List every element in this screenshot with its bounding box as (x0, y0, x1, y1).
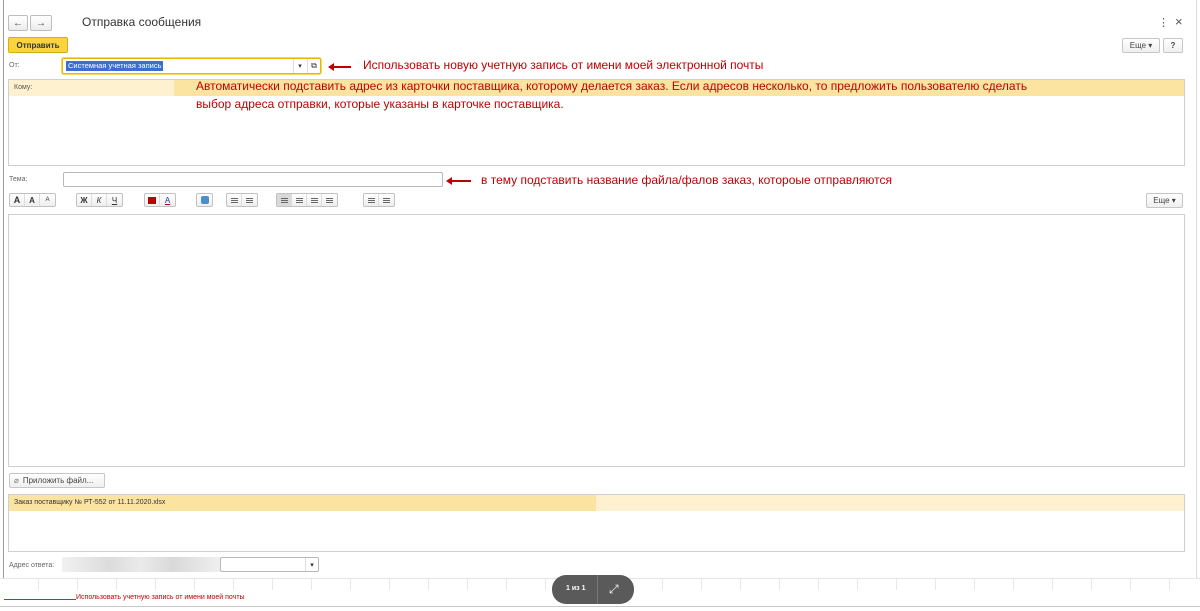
bottom-annotation: Использовать учетную запись от имени мое… (76, 594, 245, 601)
to-annotation-line1: Автоматически подставить адрес из карточ… (196, 79, 1028, 93)
subject-annotation-arrow (446, 177, 471, 185)
text-color-icon[interactable]: A (160, 194, 175, 206)
window-right-border (1196, 0, 1197, 578)
bullet-list-icon[interactable] (227, 194, 242, 206)
underline-button[interactable]: Ч (107, 194, 122, 206)
forward-icon: → (36, 17, 46, 29)
indent-group (363, 193, 395, 207)
numbered-list-icon[interactable] (242, 194, 257, 206)
pager-divider (597, 575, 598, 604)
from-annotation: Использовать новую учетную запись от име… (363, 58, 764, 72)
close-icon[interactable]: × (1175, 14, 1183, 29)
attachments-list: Заказ поставщику № РТ-552 от 11.11.2020.… (8, 494, 1185, 552)
font-shrink-button[interactable]: A (40, 194, 55, 206)
subject-input[interactable] (63, 172, 443, 187)
forward-button[interactable]: → (30, 15, 52, 31)
font-size-group: A A A (9, 193, 56, 207)
window-title: Отправка сообщения (82, 15, 202, 29)
list-group (226, 193, 258, 207)
align-group (276, 193, 338, 207)
open-icon[interactable]: ⧉ (307, 59, 320, 73)
to-label: Кому: (14, 84, 33, 91)
bottom-divider (0, 606, 1200, 607)
insert-image-icon[interactable] (197, 194, 212, 206)
highlight-color-icon[interactable] (145, 194, 160, 206)
indent-icon[interactable] (379, 194, 394, 206)
format-more-button[interactable]: Еще ▾ (1146, 193, 1183, 208)
from-field[interactable]: Системная учетная запись ▾ ⧉ (62, 58, 321, 74)
help-button[interactable]: ? (1163, 38, 1183, 53)
from-value: Системная учетная запись (66, 61, 164, 71)
from-annotation-arrow (328, 63, 351, 71)
paperclip-icon: ⌀ (14, 476, 19, 485)
message-body-editor[interactable] (8, 214, 1185, 467)
back-icon: ← (13, 17, 23, 29)
image-group (196, 193, 213, 207)
reply-label: Адрес ответа: (9, 562, 55, 569)
window-left-border (3, 0, 4, 578)
align-justify-icon[interactable] (322, 194, 337, 206)
align-center-icon[interactable] (292, 194, 307, 206)
bottom-annotation-line (4, 599, 76, 600)
font-grow-button[interactable]: A (25, 194, 40, 206)
align-right-icon[interactable] (307, 194, 322, 206)
bold-button[interactable]: Ж (77, 194, 92, 206)
chevron-down-icon[interactable]: ▾ (305, 558, 318, 571)
from-label: От: (9, 62, 20, 69)
send-button[interactable]: Отправить (8, 37, 68, 53)
chevron-down-icon[interactable]: ▾ (293, 59, 306, 73)
color-group: A (144, 193, 176, 207)
page-counter: 1 из 1 (566, 585, 586, 592)
list-item[interactable]: Заказ поставщику № РТ-552 от 11.11.2020.… (9, 495, 1184, 511)
viewer-pager: 1 из 1 ⤢ (552, 575, 634, 604)
text-style-group: Ж К Ч (76, 193, 123, 207)
expand-icon[interactable]: ⤢ (609, 582, 619, 597)
reply-address-blurred (62, 557, 220, 572)
align-left-icon[interactable] (277, 194, 292, 206)
attachment-filename: Заказ поставщику № РТ-552 от 11.11.2020.… (14, 499, 166, 506)
to-highlight-light (9, 80, 174, 96)
subject-label: Тема: (9, 176, 28, 183)
to-annotation-line2: выбор адреса отправки, которые указаны в… (196, 97, 564, 111)
more-button[interactable]: Еще ▾ (1122, 38, 1160, 53)
font-big-button[interactable]: A (10, 194, 25, 206)
back-button[interactable]: ← (8, 15, 28, 31)
outdent-icon[interactable] (364, 194, 379, 206)
attach-file-label: Приложить файл... (22, 476, 94, 485)
menu-icon[interactable]: ⋮ (1158, 16, 1169, 29)
attach-file-button[interactable]: ⌀ Приложить файл... (9, 473, 105, 488)
reply-address-select[interactable]: ▾ (220, 557, 319, 572)
italic-button[interactable]: К (92, 194, 107, 206)
subject-annotation: в тему подставить название файла/фалов з… (481, 173, 892, 187)
